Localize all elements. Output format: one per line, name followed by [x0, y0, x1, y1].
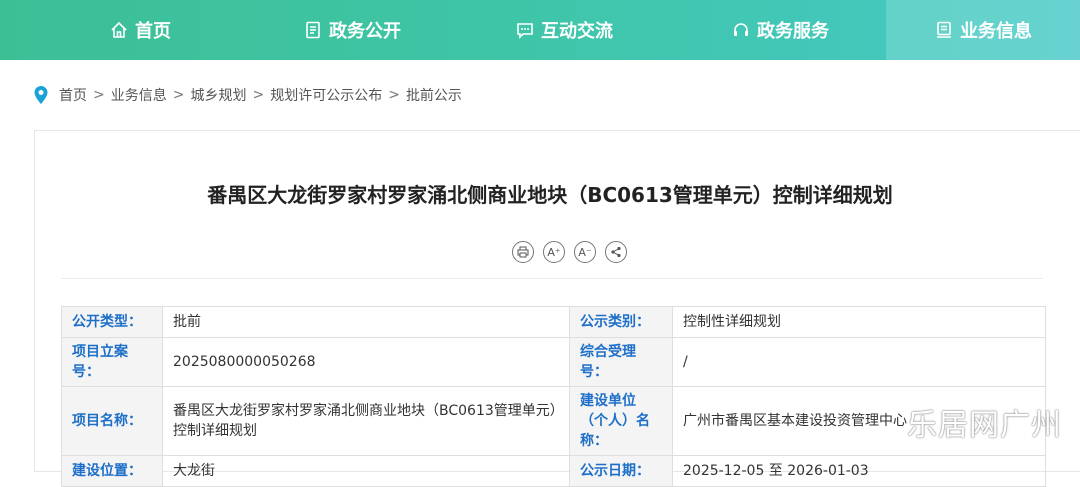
breadcrumb-permit-publicity[interactable]: 规划许可公示公布: [270, 85, 382, 105]
nav-gov-open[interactable]: 政务公开: [282, 0, 422, 60]
breadcrumb: 首页 > 业务信息 > 城乡规划 > 规划许可公示公布 > 批前公示: [33, 83, 462, 107]
nav-service-label: 政务服务: [757, 21, 829, 42]
label-location: 建设位置：: [61, 455, 163, 487]
breadcrumb-separator: >: [388, 87, 400, 103]
breadcrumb-separator: >: [252, 87, 265, 103]
label-project-name: 项目名称：: [61, 386, 163, 456]
info-table: 公开类型： 批前 公示类别： 控制性详细规划 项目立案号： 2025080000…: [61, 306, 1046, 487]
nav-gov-open-label: 政务公开: [329, 21, 401, 42]
table-row: 项目名称： 番禺区大龙街罗家村罗家涌北侧商业地块（BC0613管理单元）控制详细…: [61, 386, 1046, 456]
table-row: 公开类型： 批前 公示类别： 控制性详细规划: [61, 306, 1046, 338]
label-project-filing-no: 项目立案号：: [61, 337, 163, 387]
breadcrumb-urban-planning[interactable]: 城乡规划: [190, 85, 246, 105]
chat-icon: [517, 23, 533, 39]
nav-home-label: 首页: [135, 21, 171, 42]
breadcrumb-home[interactable]: 首页: [59, 85, 87, 105]
info-icon: [937, 21, 951, 38]
breadcrumb-separator: >: [172, 87, 185, 103]
location-pin-icon: [34, 86, 48, 104]
table-row: 建设位置： 大龙街 公示日期： 2025-12-05 至 2026-01-03: [61, 455, 1046, 487]
nav-business-info-label: 业务信息: [960, 21, 1032, 42]
label-publicity-date: 公示日期：: [569, 455, 673, 487]
nav-service[interactable]: 政务服务: [710, 0, 850, 60]
font-decrease-icon[interactable]: A⁻: [574, 241, 596, 263]
nav-interact-label: 互动交流: [541, 21, 613, 42]
nav-interact[interactable]: 互动交流: [494, 0, 634, 60]
article-tools: A⁺ A⁻: [512, 241, 636, 263]
article-title: 番禺区大龙街罗家村罗家涌北侧商业地块（BC0613管理单元）控制详细规划: [207, 183, 893, 207]
label-publicity-category: 公示类别：: [569, 306, 673, 338]
document-icon: [306, 21, 320, 39]
breadcrumb-separator: >: [93, 87, 105, 103]
nav-home[interactable]: 首页: [70, 0, 210, 60]
print-icon[interactable]: [512, 241, 534, 263]
nav-business-info[interactable]: 业务信息: [886, 0, 1080, 60]
top-nav: 首页 政务公开 互动交流 政务服务 业务信息: [0, 0, 1080, 60]
share-icon[interactable]: [605, 241, 627, 263]
label-open-type: 公开类型：: [61, 306, 163, 338]
table-row: 项目立案号： 2025080000050268 综合受理号： /: [61, 337, 1046, 387]
headset-icon: [734, 23, 748, 36]
value-location: 大龙街: [162, 455, 570, 487]
value-publicity-category: 控制性详细规划: [672, 306, 1046, 338]
value-publicity-date: 2025-12-05 至 2026-01-03: [672, 455, 1046, 487]
value-project-filing-no: 2025080000050268: [162, 337, 570, 387]
home-icon: [111, 21, 127, 38]
label-builder: 建设单位（个人）名称：: [569, 386, 673, 456]
breadcrumb-business-info[interactable]: 业务信息: [111, 85, 167, 105]
value-acceptance-no: /: [672, 337, 1046, 387]
value-project-name: 番禺区大龙街罗家村罗家涌北侧商业地块（BC0613管理单元）控制详细规划: [162, 386, 570, 456]
divider: [61, 278, 1043, 279]
breadcrumb-pre-approval[interactable]: 批前公示: [406, 85, 462, 105]
label-acceptance-no: 综合受理号：: [569, 337, 673, 387]
font-increase-icon[interactable]: A⁺: [543, 241, 565, 263]
value-open-type: 批前: [162, 306, 570, 338]
watermark: 乐居网广州: [907, 408, 1062, 443]
